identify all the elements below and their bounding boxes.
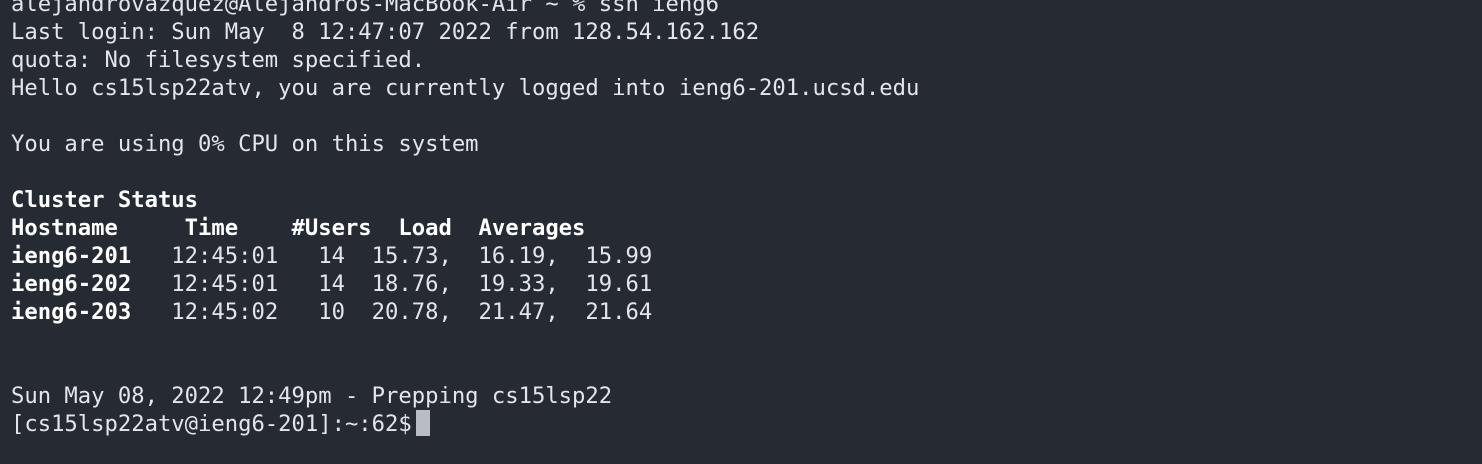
text-cursor (415, 409, 430, 436)
terminal-output: alejandrovazquez@Alejandros-MacBook-Air … (11, 0, 919, 438)
cluster-table-row: ieng6-201 12:45:01 14 15.73, 16.19, 15.9… (11, 242, 919, 270)
cluster-row-values: 12:45:01 14 15.73, 16.19, 15.99 (131, 243, 653, 269)
terminal-line-prepping: Sun May 08, 2022 12:49pm - Prepping cs15… (11, 383, 613, 409)
cluster-table-row: ieng6-202 12:45:01 14 18.76, 19.33, 19.6… (11, 270, 919, 298)
cluster-row-values: 12:45:02 10 20.78, 21.47, 21.64 (131, 299, 653, 325)
cluster-hostname: ieng6-201 (11, 243, 132, 269)
cluster-hostname: ieng6-203 (11, 299, 132, 325)
command-prompt-line[interactable]: [cs15lsp22atv@ieng6-201]:~:62$ (11, 409, 919, 438)
terminal-line-hello: Hello cs15lsp22atv, you are currently lo… (11, 75, 920, 101)
terminal-line-cpu: You are using 0% CPU on this system (11, 131, 479, 157)
cluster-table-header: Hostname Time #Users Load Averages (11, 215, 586, 241)
cluster-hostname: ieng6-202 (11, 271, 132, 297)
cluster-row-values: 12:45:01 14 18.76, 19.33, 19.61 (131, 271, 653, 297)
cluster-status-heading: Cluster Status (11, 187, 199, 213)
cluster-table-row: ieng6-203 12:45:02 10 20.78, 21.47, 21.6… (11, 298, 919, 326)
shell-prompt: [cs15lsp22atv@ieng6-201]:~:62$ (11, 411, 412, 437)
terminal-line-last-login: Last login: Sun May 8 12:47:07 2022 from… (11, 19, 760, 45)
terminal-line-ssh-command: alejandrovazquez@Alejandros-MacBook-Air … (11, 0, 719, 17)
terminal-line-quota: quota: No filesystem specified. (11, 47, 426, 73)
terminal-window[interactable]: alejandrovazquez@Alejandros-MacBook-Air … (0, 0, 1482, 464)
